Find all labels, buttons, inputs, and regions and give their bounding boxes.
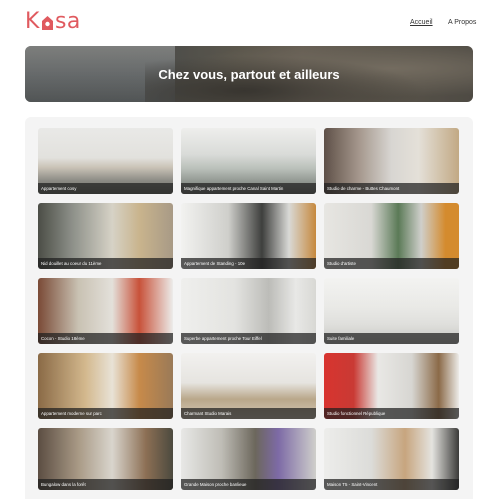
listing-title: Studio de charme - Buttes Chaumont: [324, 183, 459, 194]
listing-title: Appartement de Standing - 10e: [181, 258, 316, 269]
listing-card[interactable]: Appartement moderne sur parc: [38, 353, 173, 419]
listing-card[interactable]: Magnifique appartement proche Canal Sain…: [181, 128, 316, 194]
listing-card[interactable]: Bungalow dans la forêt: [38, 428, 173, 490]
listing-card[interactable]: Cocon - Studio 18ème: [38, 278, 173, 344]
listing-card[interactable]: Studio fonctionnel République: [324, 353, 459, 419]
listing-title: Maison T5 - Saint-Vincent: [324, 479, 459, 490]
listing-title: Suite familiale: [324, 333, 459, 344]
listing-card[interactable]: Studio de charme - Buttes Chaumont: [324, 128, 459, 194]
kasa-logo[interactable]: K sa: [25, 9, 81, 35]
listing-title: Bungalow dans la forêt: [38, 479, 173, 490]
nav-link-a-propos[interactable]: A Propos: [448, 18, 476, 27]
site-header: K sa Accueil A Propos: [0, 0, 499, 46]
listing-card[interactable]: Superbe appartement proche Tour Eiffel: [181, 278, 316, 344]
listing-card[interactable]: Appartement de Standing - 10e: [181, 203, 316, 269]
banner-title: Chez vous, partout et ailleurs: [158, 66, 340, 82]
listing-card[interactable]: Appartement cosy: [38, 128, 173, 194]
logo-letter-k: K: [25, 9, 40, 34]
listing-title: Studio fonctionnel République: [324, 408, 459, 419]
hero-banner: Chez vous, partout et ailleurs: [25, 46, 473, 102]
listing-title: Superbe appartement proche Tour Eiffel: [181, 333, 316, 344]
listing-card[interactable]: Suite familiale: [324, 278, 459, 344]
listing-title: Appartement cosy: [38, 183, 173, 194]
logo-letters-sa: sa: [54, 9, 81, 34]
listing-title: Grande Maison proche banlieue: [181, 479, 316, 490]
listing-title: Studio d'artiste: [324, 258, 459, 269]
listing-card[interactable]: Studio d'artiste: [324, 203, 459, 269]
listing-title: Nid douillet au coeur du 11ème: [38, 258, 173, 269]
listing-title: Cocon - Studio 18ème: [38, 333, 173, 344]
nav-link-accueil[interactable]: Accueil: [410, 18, 433, 27]
listing-title: Magnifique appartement proche Canal Sain…: [181, 183, 316, 194]
listings-panel: Appartement cosy Magnifique appartement …: [25, 117, 473, 499]
listing-title: Charmant Studio Marais: [181, 408, 316, 419]
listing-card[interactable]: Charmant Studio Marais: [181, 353, 316, 419]
listing-card[interactable]: Maison T5 - Saint-Vincent: [324, 428, 459, 490]
house-pin-icon: [41, 15, 53, 30]
listing-card[interactable]: Grande Maison proche banlieue: [181, 428, 316, 490]
listing-title: Appartement moderne sur parc: [38, 408, 173, 419]
listing-card[interactable]: Nid douillet au coeur du 11ème: [38, 203, 173, 269]
